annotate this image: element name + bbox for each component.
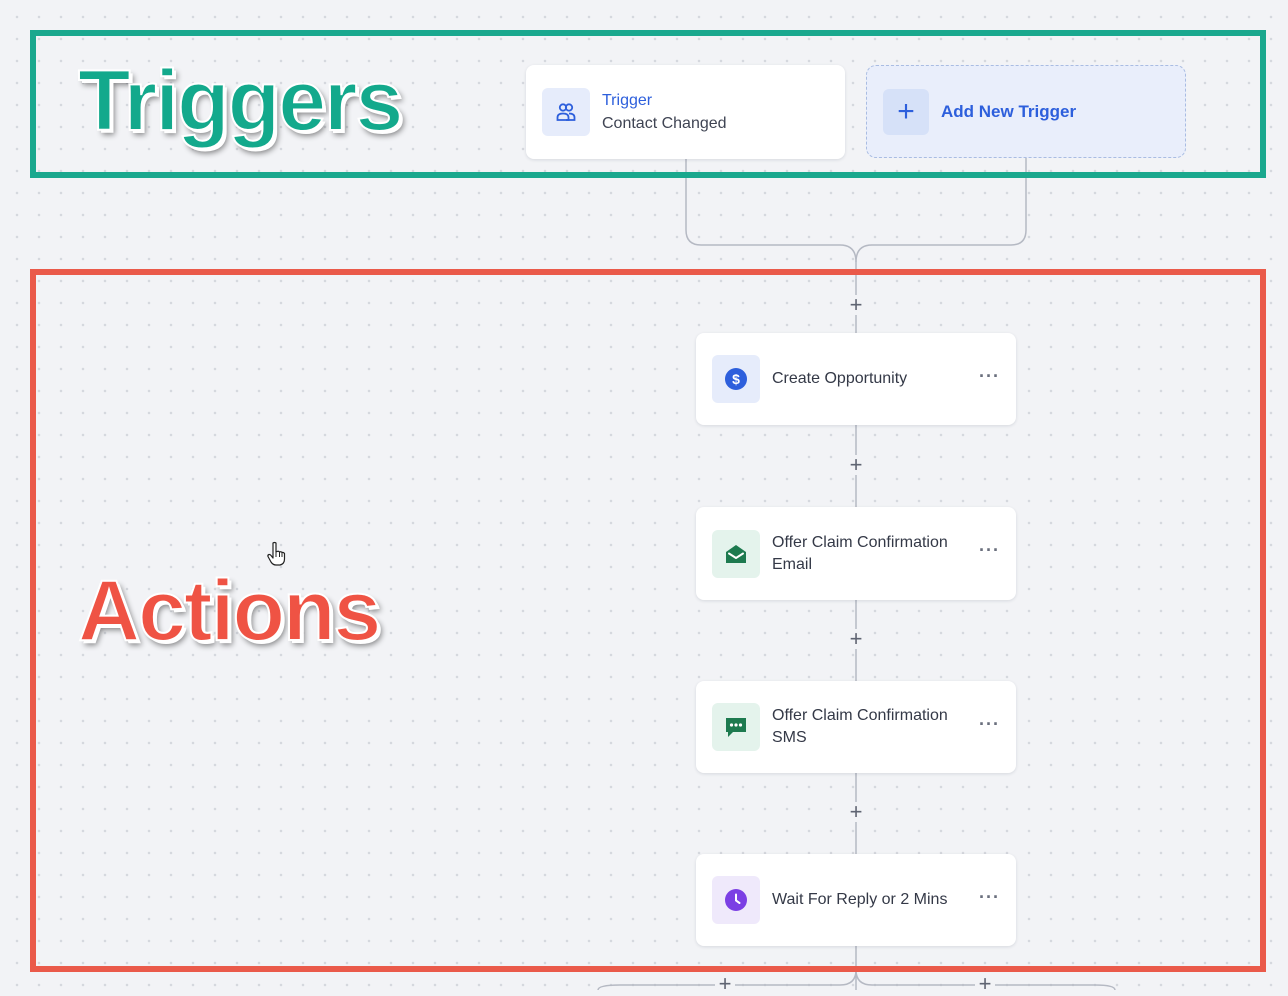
dollar-circle-icon: $ — [712, 355, 760, 403]
add-action-button[interactable]: + — [846, 294, 866, 316]
more-options-icon[interactable]: ··· — [979, 714, 1000, 741]
add-action-button[interactable]: + — [715, 973, 735, 995]
more-options-icon[interactable]: ··· — [979, 540, 1000, 567]
email-open-icon — [712, 529, 760, 578]
trigger-card-title: Trigger — [602, 91, 653, 109]
add-action-button[interactable]: + — [846, 801, 866, 823]
add-action-button[interactable]: + — [846, 628, 866, 650]
add-action-button[interactable]: + — [975, 973, 995, 995]
action-card-label: Offer Claim Confirmation Email — [772, 533, 948, 573]
plus-icon: + — [883, 88, 929, 135]
action-card-label: Create Opportunity — [772, 370, 908, 387]
action-card-offer-claim-email[interactable]: Offer Claim Confirmation Email ··· — [696, 507, 1016, 600]
more-options-icon[interactable]: ··· — [979, 887, 1000, 914]
add-action-button[interactable]: + — [846, 454, 866, 476]
triggers-heading: Triggers — [77, 52, 404, 150]
chat-bubble-icon — [712, 703, 760, 751]
svg-text:$: $ — [732, 371, 740, 387]
action-card-label: Wait For Reply or 2 Mins — [772, 891, 948, 908]
add-new-trigger-button[interactable]: + Add New Trigger — [866, 65, 1186, 158]
add-new-trigger-label: Add New Trigger — [941, 101, 1077, 121]
action-card-create-opportunity[interactable]: $ Create Opportunity ··· — [696, 333, 1016, 425]
actions-heading: Actions — [77, 562, 382, 660]
users-icon — [542, 88, 590, 136]
trigger-card-subtitle: Contact Changed — [602, 114, 727, 132]
action-card-label: Offer Claim Confirmation SMS — [772, 707, 948, 746]
trigger-card-contact-changed[interactable]: Trigger Contact Changed — [526, 65, 845, 159]
more-options-icon[interactable]: ··· — [979, 366, 1000, 393]
action-card-offer-claim-sms[interactable]: Offer Claim Confirmation SMS ··· — [696, 681, 1016, 773]
clock-icon — [712, 876, 760, 924]
action-card-wait-for-reply[interactable]: Wait For Reply or 2 Mins ··· — [696, 854, 1016, 946]
hand-cursor-icon — [267, 541, 286, 566]
